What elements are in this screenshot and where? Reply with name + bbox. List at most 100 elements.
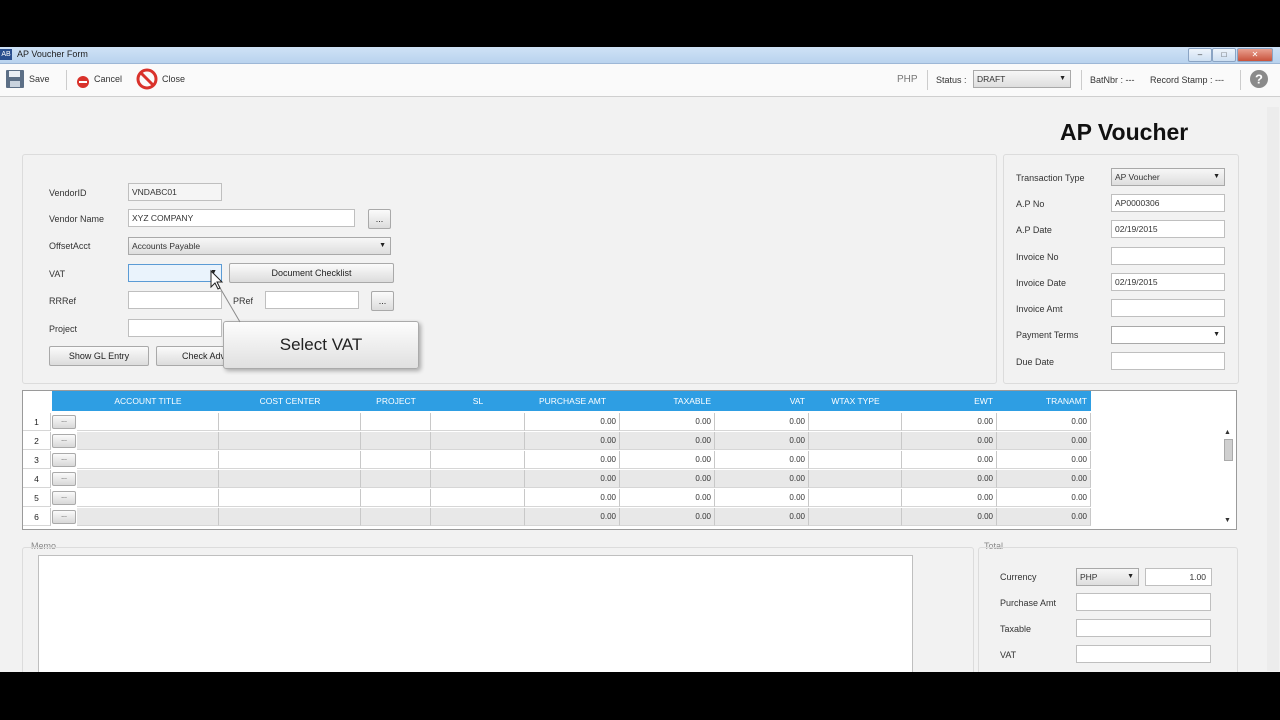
purchase-amt-field[interactable] (1076, 593, 1211, 611)
show-gl-entry-button[interactable]: Show GL Entry (49, 346, 149, 366)
grid-cell[interactable] (219, 470, 361, 488)
grid-cell[interactable]: 0.00 (525, 470, 620, 488)
cancel-button[interactable]: Cancel (76, 64, 122, 94)
grid-cell[interactable]: 0.00 (620, 489, 715, 507)
row-lookup-button[interactable]: ... (52, 510, 76, 524)
grid-cell[interactable]: 0.00 (715, 451, 809, 469)
vendor-name-field[interactable]: XYZ COMPANY (128, 209, 355, 227)
minimize-button[interactable]: – (1188, 48, 1212, 62)
grid-column-header[interactable]: TAXABLE (620, 391, 715, 411)
grid-cell[interactable] (431, 470, 525, 488)
grid-cell[interactable] (809, 432, 902, 450)
grid-cell[interactable]: 0.00 (620, 451, 715, 469)
grid-cell[interactable] (361, 432, 431, 450)
scroll-thumb[interactable] (1224, 439, 1233, 461)
grid-cell[interactable]: 0.00 (997, 413, 1091, 431)
grid-cell[interactable]: 0.00 (525, 413, 620, 431)
grid-column-header[interactable]: WTAX TYPE (809, 391, 902, 411)
grid-cell[interactable] (219, 413, 361, 431)
document-checklist-button[interactable]: Document Checklist (229, 263, 394, 283)
grid-column-header[interactable]: VAT (715, 391, 809, 411)
grid-cell[interactable]: 0.00 (902, 470, 997, 488)
grid-cell[interactable] (361, 451, 431, 469)
grid-cell[interactable]: 0.00 (525, 489, 620, 507)
grid-cell[interactable] (361, 413, 431, 431)
grid-cell[interactable] (809, 489, 902, 507)
prref-field[interactable] (265, 291, 359, 309)
grid-cell[interactable]: 0.00 (715, 489, 809, 507)
grid-column-header[interactable]: SL (431, 391, 525, 411)
grid-cell[interactable] (77, 470, 219, 488)
grid-cell[interactable] (431, 413, 525, 431)
grid-cell[interactable]: 0.00 (902, 451, 997, 469)
grid-cell[interactable] (361, 508, 431, 526)
grid-cell[interactable]: 0.00 (902, 489, 997, 507)
grid-column-header[interactable]: TRANAMT (997, 391, 1091, 411)
close-button[interactable]: Close (136, 64, 185, 94)
grid-column-header[interactable]: PURCHASE AMT (525, 391, 620, 411)
grid-cell[interactable] (77, 508, 219, 526)
taxable-field[interactable] (1076, 619, 1211, 637)
save-button[interactable]: Save (5, 64, 50, 94)
row-lookup-button[interactable]: ... (52, 472, 76, 486)
grid-column-header[interactable]: EWT (902, 391, 997, 411)
vendor-id-field[interactable]: VNDABC01 (128, 183, 222, 201)
grid-column-header[interactable]: ACCOUNT TITLE (77, 391, 219, 411)
grid-cell[interactable]: 0.00 (715, 508, 809, 526)
grid-cell[interactable] (809, 508, 902, 526)
invoice-amt-field[interactable] (1111, 299, 1225, 317)
grid-cell[interactable] (431, 451, 525, 469)
grid-cell[interactable]: 0.00 (997, 432, 1091, 450)
grid-cell[interactable] (219, 432, 361, 450)
scroll-down-icon[interactable]: ▼ (1224, 517, 1231, 524)
grid-cell[interactable]: 0.00 (525, 432, 620, 450)
memo-field[interactable] (38, 555, 913, 672)
due-date-field[interactable] (1111, 352, 1225, 370)
grid-cell[interactable]: 0.00 (997, 470, 1091, 488)
row-lookup-button[interactable]: ... (52, 434, 76, 448)
prref-browse-button[interactable]: ... (371, 291, 394, 311)
grid-cell[interactable]: 0.00 (997, 489, 1091, 507)
window-scrollbar[interactable] (1267, 107, 1279, 671)
grid-cell[interactable] (77, 451, 219, 469)
grid-cell[interactable]: 0.00 (620, 508, 715, 526)
grid-column-header[interactable]: PROJECT (361, 391, 431, 411)
exchange-rate-field[interactable]: 1.00 (1145, 568, 1212, 586)
grid-cell[interactable] (77, 489, 219, 507)
help-icon[interactable]: ? (1249, 69, 1269, 89)
grid-cell[interactable] (77, 413, 219, 431)
vat-total-field[interactable] (1076, 645, 1211, 663)
row-lookup-button[interactable]: ... (52, 453, 76, 467)
grid-cell[interactable] (809, 451, 902, 469)
ap-date-field[interactable]: 02/19/2015 (1111, 220, 1225, 238)
grid-cell[interactable]: 0.00 (525, 508, 620, 526)
grid-cell[interactable]: 0.00 (715, 432, 809, 450)
payment-terms-dropdown[interactable]: ▼ (1111, 326, 1225, 344)
grid-cell[interactable] (77, 432, 219, 450)
invoice-date-field[interactable]: 02/19/2015 (1111, 273, 1225, 291)
grid-cell[interactable]: 0.00 (525, 451, 620, 469)
invoice-no-field[interactable] (1111, 247, 1225, 265)
status-dropdown[interactable]: DRAFT ▼ (973, 70, 1071, 88)
grid-scrollbar[interactable]: ▲ ▼ (1221, 429, 1235, 529)
grid-cell[interactable] (809, 413, 902, 431)
grid-cell[interactable]: 0.00 (620, 470, 715, 488)
grid-cell[interactable] (809, 470, 902, 488)
grid-cell[interactable] (219, 489, 361, 507)
grid-cell[interactable] (219, 508, 361, 526)
grid-cell[interactable] (361, 470, 431, 488)
offset-account-dropdown[interactable]: Accounts Payable ▼ (128, 237, 391, 255)
grid-cell[interactable]: 0.00 (902, 508, 997, 526)
maximize-button[interactable]: □ (1212, 48, 1236, 62)
grid-cell[interactable] (431, 432, 525, 450)
grid-cell[interactable] (431, 508, 525, 526)
row-lookup-button[interactable]: ... (52, 415, 76, 429)
ap-no-field[interactable]: AP0000306 (1111, 194, 1225, 212)
currency-dropdown[interactable]: PHP ▼ (1076, 568, 1139, 586)
grid-cell[interactable]: 0.00 (620, 432, 715, 450)
grid-cell[interactable]: 0.00 (715, 413, 809, 431)
grid-cell[interactable]: 0.00 (997, 508, 1091, 526)
grid-column-header[interactable]: COST CENTER (219, 391, 361, 411)
grid-cell[interactable]: 0.00 (902, 413, 997, 431)
grid-cell[interactable] (219, 451, 361, 469)
